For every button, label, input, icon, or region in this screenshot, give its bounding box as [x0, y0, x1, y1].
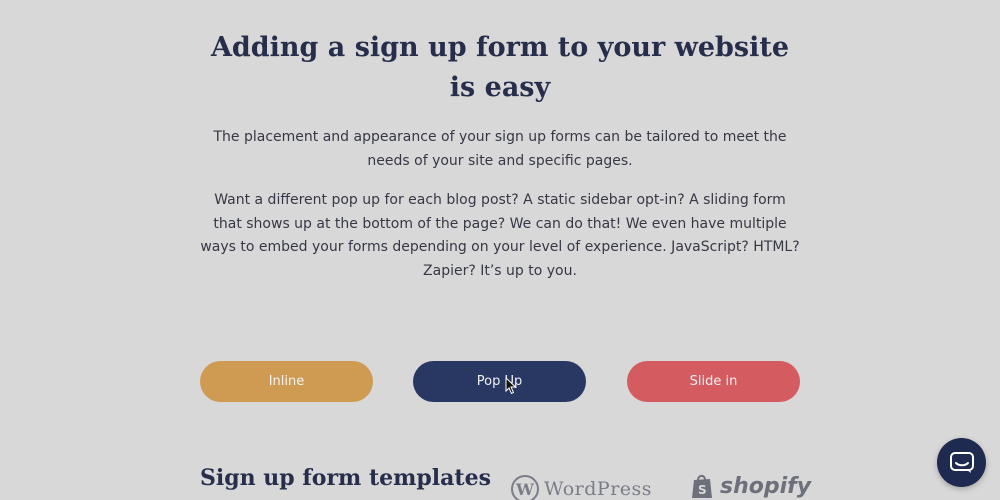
chat-bubble-icon [949, 451, 974, 473]
templates-section-title: Sign up form templates [200, 465, 491, 491]
chat-launcher-button[interactable] [937, 438, 986, 487]
page-title: Adding a sign up form to your website is… [210, 32, 790, 103]
intro-paragraph: The placement and appearance of your sig… [213, 129, 787, 169]
pointer-cursor-icon [505, 377, 517, 395]
popup-button[interactable]: Pop Up [413, 361, 586, 402]
shopify-bag-icon: S [692, 474, 712, 498]
details-paragraph: Want a different pop up for each blog po… [200, 192, 800, 279]
inline-button[interactable]: Inline [200, 361, 373, 402]
shopify-logo-text: shopify [720, 473, 812, 499]
shopify-logo[interactable]: S shopify [690, 470, 811, 500]
wordpress-logo-text: WordPress [544, 478, 653, 500]
svg-text:S: S [698, 483, 707, 497]
wordpress-mark-icon: W [511, 475, 539, 500]
slide-in-button[interactable]: Slide in [627, 361, 800, 402]
wordpress-logo[interactable]: W WordPress [511, 474, 671, 500]
